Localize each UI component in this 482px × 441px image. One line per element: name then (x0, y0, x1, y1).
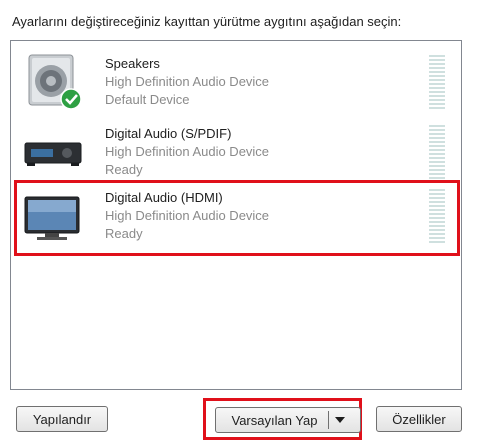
speaker-icon (28, 54, 82, 110)
volume-meter (429, 55, 445, 109)
device-description: High Definition Audio Device (105, 74, 270, 89)
device-item-hdmi[interactable]: Digital Audio (HDMI) High Definition Aud… (14, 180, 460, 256)
tv-icon (24, 196, 80, 240)
set-default-split-button[interactable]: Varsayılan Yap (215, 407, 361, 433)
volume-meter (429, 189, 445, 243)
device-status: Default Device (105, 92, 190, 107)
configure-button[interactable]: Yapılandır (16, 406, 108, 432)
device-item-speakers[interactable]: Speakers High Definition Audio Device De… (17, 49, 457, 113)
chevron-down-icon[interactable] (334, 417, 345, 423)
volume-meter (429, 125, 445, 179)
device-name: Digital Audio (S/PDIF) (105, 126, 232, 141)
device-status: Ready (105, 162, 143, 177)
instruction-text: Ayarlarını değiştireceğiniz kayıttan yür… (12, 14, 402, 29)
default-check-icon (60, 88, 82, 110)
device-name: Digital Audio (HDMI) (105, 190, 223, 205)
split-divider (327, 411, 329, 429)
device-description: High Definition Audio Device (105, 144, 270, 159)
set-default-label[interactable]: Varsayılan Yap (232, 413, 318, 428)
device-description: High Definition Audio Device (105, 208, 270, 223)
device-name: Speakers (105, 56, 160, 71)
properties-button[interactable]: Özellikler (376, 406, 462, 432)
device-status: Ready (105, 226, 143, 241)
receiver-icon (24, 142, 82, 166)
device-item-spdif[interactable]: Digital Audio (S/PDIF) High Definition A… (17, 119, 457, 183)
device-list[interactable]: Speakers High Definition Audio Device De… (10, 40, 462, 390)
